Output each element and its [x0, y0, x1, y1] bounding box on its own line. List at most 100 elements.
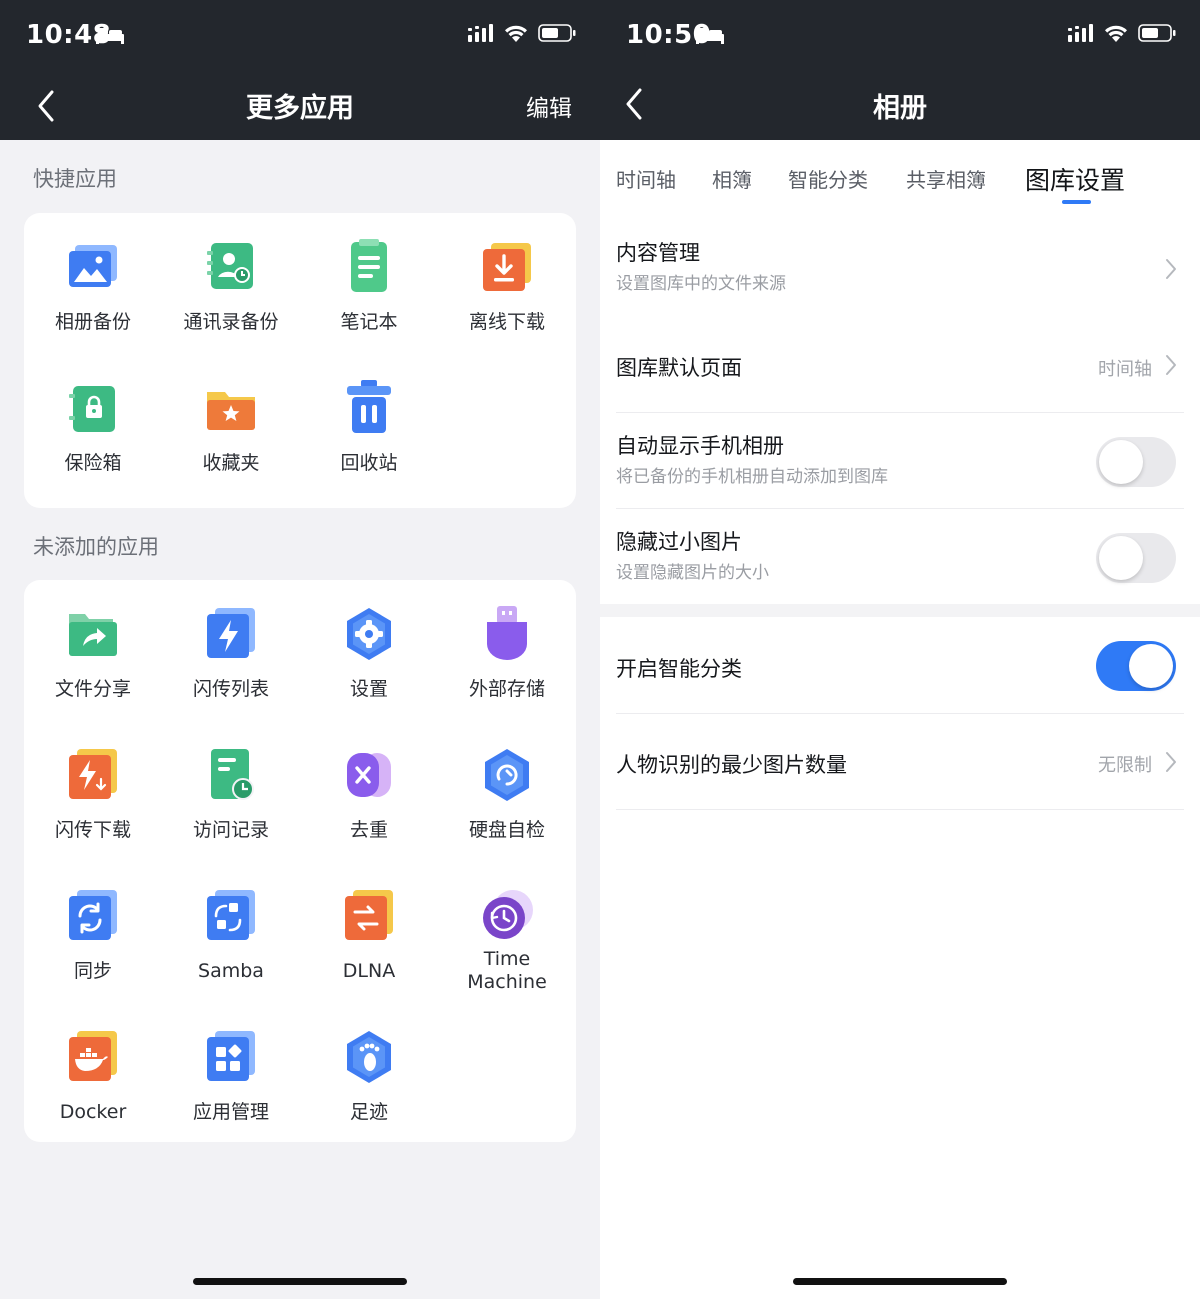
app-tile[interactable]: 保险箱 — [24, 378, 162, 475]
settings-gear-icon — [339, 604, 399, 664]
app-label: Samba — [198, 960, 264, 982]
app-tile[interactable]: 同步 — [24, 886, 162, 983]
app-label: 访问记录 — [192, 819, 269, 841]
tab-timeline[interactable]: 时间轴 — [616, 164, 676, 193]
app-tile[interactable]: 离线下载 — [438, 237, 576, 334]
default-page-row[interactable]: 图库默认页面 时间轴 — [600, 320, 1200, 413]
contacts-backup-icon — [201, 237, 261, 297]
tab-smart-classify[interactable]: 智能分类 — [788, 164, 868, 193]
more-apps-screen: 10:48 更多应用 编辑 快捷应用 相册备份 通讯录备份 笔记本 离线下载 保险箱 收藏… — [0, 0, 600, 1299]
content-management-row[interactable]: 内容管理 设置图库中的文件来源 — [600, 215, 1200, 320]
app-label: 回收站 — [340, 452, 398, 474]
app-tile[interactable]: 闪传下载 — [24, 745, 162, 842]
nav-bar: 更多应用 编辑 — [0, 72, 600, 140]
app-label: 相册备份 — [54, 311, 131, 333]
app-label: 硬盘自检 — [468, 819, 545, 841]
sync-icon — [63, 886, 123, 946]
row-subtitle: 将已备份的手机相册自动添加到图库 — [616, 467, 888, 487]
app-tile[interactable]: 通讯录备份 — [162, 237, 300, 334]
app-tile[interactable]: Samba — [162, 886, 300, 983]
chevron-right-icon — [1166, 752, 1176, 772]
row-title: 内容管理 — [616, 241, 700, 265]
app-tile[interactable]: Time Machine — [438, 886, 576, 994]
app-tile[interactable]: 应用管理 — [162, 1027, 300, 1124]
row-value: 时间轴 — [1098, 359, 1152, 380]
row-subtitle: 设置图库中的文件来源 — [616, 274, 786, 294]
photo-album-icon — [63, 237, 123, 297]
album-settings-screen: 10:50 相册 时间轴 相簿 智能分类 共享相簿 图库设置 内容管理 设置图库… — [600, 0, 1200, 1299]
nav-bar: 相册 — [600, 72, 1200, 140]
app-tile[interactable]: 硬盘自检 — [438, 745, 576, 842]
unadded-apps-heading: 未添加的应用 — [33, 535, 159, 559]
app-label: Docker — [59, 1101, 127, 1123]
tab-gallery-settings[interactable]: 图库设置 — [1025, 161, 1125, 197]
row-subtitle: 设置隐藏图片的大小 — [616, 563, 769, 583]
home-indicator — [793, 1278, 1007, 1285]
auto-show-toggle[interactable] — [1096, 437, 1176, 487]
home-indicator — [193, 1278, 407, 1285]
flash-download-icon — [63, 745, 123, 805]
section-separator — [600, 604, 1200, 617]
app-tile[interactable]: 文件分享 — [24, 604, 162, 701]
app-label: 保险箱 — [64, 452, 122, 474]
offline-download-icon — [477, 237, 537, 297]
page-title: 更多应用 — [246, 93, 354, 124]
chevron-right-icon — [1166, 355, 1176, 375]
app-tile[interactable]: 外部存储 — [438, 604, 576, 701]
notebook-icon — [339, 237, 399, 297]
flash-transfer-list-icon — [201, 604, 261, 664]
file-share-icon — [63, 604, 123, 664]
app-label: DLNA — [342, 960, 396, 982]
row-title: 隐藏过小图片 — [616, 530, 742, 554]
auto-show-phone-album-row: 自动显示手机相册 将已备份的手机相册自动添加到图库 — [600, 413, 1200, 509]
favorites-folder-icon — [201, 378, 261, 438]
smart-classify-row: 开启智能分类 — [600, 617, 1200, 714]
album-tabs: 时间轴 相簿 智能分类 共享相簿 图库设置 — [600, 140, 1200, 208]
app-label: 通讯录备份 — [183, 311, 279, 333]
app-label: 外部存储 — [468, 678, 545, 700]
app-label: 收藏夹 — [202, 452, 260, 474]
hide-small-images-row: 隐藏过小图片 设置隐藏图片的大小 — [600, 509, 1200, 604]
app-tile[interactable]: 笔记本 — [300, 237, 438, 334]
app-tile[interactable]: 相册备份 — [24, 237, 162, 334]
app-label: 同步 — [73, 960, 112, 982]
app-tile[interactable]: 设置 — [300, 604, 438, 701]
app-label: Time Machine — [467, 948, 547, 993]
app-tile[interactable]: DLNA — [300, 886, 438, 983]
app-tile[interactable]: 收藏夹 — [162, 378, 300, 475]
smart-classify-toggle[interactable] — [1096, 641, 1176, 691]
divider — [616, 809, 1184, 810]
bed-icon — [96, 28, 124, 44]
hide-small-images-toggle[interactable] — [1096, 533, 1176, 583]
app-label: 闪传下载 — [54, 819, 131, 841]
edit-button[interactable]: 编辑 — [526, 89, 572, 123]
app-tile[interactable]: Docker — [24, 1027, 162, 1124]
access-log-icon — [201, 745, 261, 805]
toggle-knob — [1099, 536, 1143, 580]
dlna-icon — [339, 886, 399, 946]
app-tile[interactable]: 去重 — [300, 745, 438, 842]
app-label: 设置 — [349, 678, 388, 700]
app-label: 笔记本 — [340, 311, 398, 333]
min-face-photos-row[interactable]: 人物识别的最少图片数量 无限制 — [600, 714, 1200, 810]
app-label: 去重 — [349, 819, 388, 841]
unadded-apps-card: 文件分享 闪传列表 设置 外部存储闪传下载 访问记录 去重 硬盘自检同步 Samba DLNA T… — [24, 580, 576, 1142]
app-tile[interactable]: 访问记录 — [162, 745, 300, 842]
battery-icon — [538, 24, 576, 42]
bed-icon — [696, 28, 724, 44]
tab-shared-albums[interactable]: 共享相簿 — [906, 164, 986, 193]
app-label: 闪传列表 — [192, 678, 269, 700]
quick-apps-card: 相册备份 通讯录备份 笔记本 离线下载保险箱 收藏夹 回收站 — [24, 213, 576, 508]
row-value: 无限制 — [1098, 755, 1152, 776]
tab-albums[interactable]: 相簿 — [712, 164, 752, 193]
samba-icon — [201, 886, 261, 946]
active-tab-indicator — [1062, 200, 1091, 204]
app-tile[interactable]: 足迹 — [300, 1027, 438, 1124]
toggle-knob — [1099, 440, 1143, 484]
app-tile[interactable]: 闪传列表 — [162, 604, 300, 701]
app-tile[interactable]: 回收站 — [300, 378, 438, 475]
row-title: 图库默认页面 — [616, 356, 742, 380]
chevron-right-icon — [1166, 259, 1176, 279]
row-title: 自动显示手机相册 — [616, 434, 784, 458]
disk-check-icon — [477, 745, 537, 805]
